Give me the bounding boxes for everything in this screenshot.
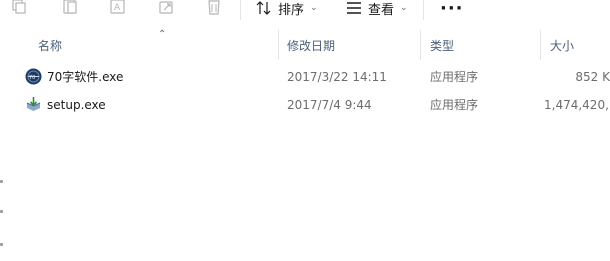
app-globe-icon: 70 (25, 68, 42, 85)
svg-text:70: 70 (29, 75, 35, 81)
sort-label: 排序 (278, 2, 305, 18)
file-type: 应用程序 (430, 98, 479, 112)
view-button[interactable]: 查看 ⌄ (346, 0, 408, 18)
view-label: 查看 (368, 2, 395, 18)
toolbar-divider (240, 0, 241, 20)
chevron-down-icon: ⌄ (310, 3, 318, 13)
column-header-name[interactable]: 名称 (38, 30, 62, 60)
file-modified: 2017/3/22 14:11 (287, 70, 387, 84)
file-modified: 2017/7/4 9:44 (287, 98, 372, 112)
sort-arrows-icon (256, 1, 271, 15)
installer-icon (25, 96, 42, 113)
file-row[interactable]: setup.exe 2017/7/4 9:44 应用程序 1,474,420, (10, 92, 610, 118)
column-resize-handle[interactable] (278, 30, 279, 60)
file-row[interactable]: 70 70字软件.exe 2017/3/22 14:11 应用程序 852 K (10, 64, 610, 90)
more-options-button[interactable]: ··· (440, 0, 464, 19)
file-name[interactable]: 70字软件.exe (47, 64, 123, 90)
chevron-down-icon: ⌄ (400, 3, 408, 13)
column-header-type[interactable]: 类型 (430, 30, 454, 60)
column-header-modified[interactable]: 修改日期 (287, 30, 335, 60)
column-resize-handle[interactable] (540, 30, 541, 60)
copy-icon[interactable] (8, 0, 28, 16)
delete-icon[interactable] (204, 0, 224, 16)
file-name[interactable]: setup.exe (47, 92, 106, 118)
rail-marker (0, 243, 3, 246)
file-size: 852 K (575, 70, 610, 84)
share-icon[interactable] (157, 0, 177, 16)
paste-icon[interactable] (60, 0, 80, 16)
sort-indicator-icon: ⌃ (158, 29, 167, 40)
navigation-pane-edge (0, 30, 10, 261)
sort-button[interactable]: 排序 ⌄ (256, 0, 318, 18)
column-header-row: ⌃ 名称 修改日期 类型 大小 (10, 29, 610, 60)
file-size: 1,474,420, (544, 98, 609, 112)
file-type: 应用程序 (430, 70, 479, 84)
rail-marker (0, 210, 3, 213)
command-bar: A 排序 ⌄ 查看 ⌄ ··· (0, 0, 610, 26)
column-resize-handle[interactable] (420, 30, 421, 60)
rename-icon[interactable]: A (108, 0, 128, 16)
column-header-size[interactable]: 大小 (550, 30, 574, 60)
view-list-icon (347, 2, 361, 14)
svg-text:A: A (114, 3, 121, 13)
toolbar-divider (423, 0, 424, 20)
rail-marker (0, 180, 3, 183)
